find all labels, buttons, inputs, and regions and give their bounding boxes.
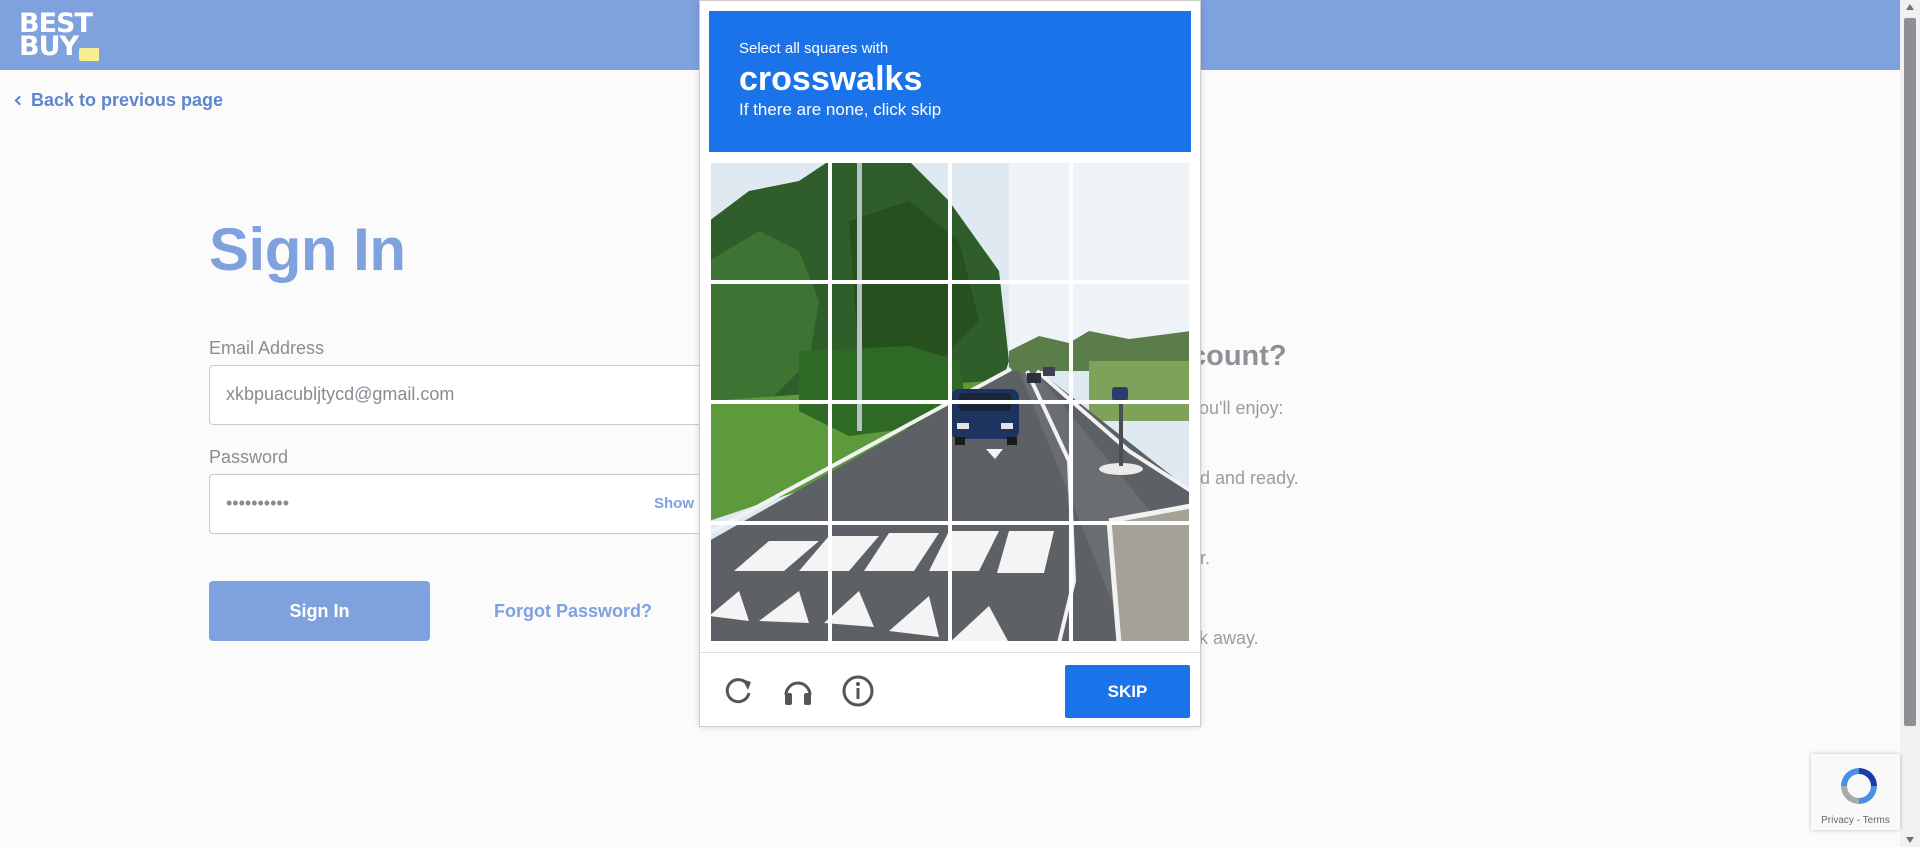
email-field[interactable]: xkbpuacubljtycd@gmail.com bbox=[209, 365, 709, 425]
captcha-tile[interactable] bbox=[829, 161, 950, 282]
captcha-footer: SKIP bbox=[700, 652, 1200, 728]
captcha-challenge: Select all squares with crosswalks If th… bbox=[699, 0, 1201, 727]
scroll-down-icon[interactable] bbox=[1906, 837, 1914, 843]
email-label: Email Address bbox=[209, 338, 325, 358]
captcha-tile[interactable] bbox=[950, 281, 1071, 402]
info-icon[interactable] bbox=[840, 673, 876, 709]
captcha-target: crosswalks bbox=[739, 60, 923, 98]
audio-headphones-icon[interactable] bbox=[780, 673, 816, 709]
captcha-tile[interactable] bbox=[709, 522, 830, 643]
scroll-thumb[interactable] bbox=[1904, 18, 1916, 726]
captcha-tile[interactable] bbox=[709, 161, 830, 282]
benefit-text: ed and ready. bbox=[1190, 468, 1299, 488]
captcha-image-grid bbox=[709, 161, 1191, 643]
captcha-tile[interactable] bbox=[950, 522, 1071, 643]
captcha-header: Select all squares with crosswalks If th… bbox=[709, 11, 1191, 152]
reload-icon[interactable] bbox=[720, 673, 756, 709]
page-title: Sign In bbox=[209, 216, 406, 283]
captcha-tile[interactable] bbox=[950, 161, 1071, 282]
forgot-password-link[interactable]: Forgot Password? bbox=[494, 601, 652, 622]
recaptcha-terms[interactable]: Privacy - Terms bbox=[1811, 815, 1900, 826]
recaptcha-badge[interactable]: Privacy - Terms bbox=[1811, 754, 1900, 830]
captcha-tile[interactable] bbox=[829, 281, 950, 402]
benefit-text: you'll enjoy: bbox=[1190, 398, 1284, 418]
captcha-tile[interactable] bbox=[709, 281, 830, 402]
captcha-tile[interactable] bbox=[1070, 522, 1191, 643]
captcha-tile[interactable] bbox=[1070, 161, 1191, 282]
back-to-previous-link[interactable]: Back to previous page bbox=[14, 90, 223, 111]
captcha-tile[interactable] bbox=[1070, 281, 1191, 402]
captcha-instruction: Select all squares with bbox=[739, 40, 889, 57]
captcha-tile[interactable] bbox=[829, 522, 950, 643]
sign-in-button[interactable]: Sign In bbox=[209, 581, 430, 641]
captcha-tile[interactable] bbox=[1070, 402, 1191, 523]
password-field[interactable]: •••••••••• Show bbox=[209, 474, 709, 534]
best-buy-logo[interactable]: BEST BUY bbox=[19, 10, 103, 61]
skip-button[interactable]: SKIP bbox=[1065, 665, 1190, 718]
recaptcha-logo-icon bbox=[1841, 768, 1877, 804]
password-label: Password bbox=[209, 447, 289, 467]
captcha-tile[interactable] bbox=[829, 402, 950, 523]
scroll-up-icon[interactable] bbox=[1906, 4, 1914, 10]
logo-tag-icon bbox=[79, 48, 99, 61]
captcha-tile[interactable] bbox=[709, 402, 830, 523]
captcha-tile[interactable] bbox=[950, 402, 1071, 523]
show-password-button[interactable]: Show bbox=[654, 495, 694, 512]
create-account-title: count? bbox=[1190, 340, 1287, 372]
captcha-subtext: If there are none, click skip bbox=[739, 100, 942, 119]
chevron-left-icon bbox=[14, 95, 25, 106]
page-scrollbar[interactable] bbox=[1900, 0, 1920, 847]
